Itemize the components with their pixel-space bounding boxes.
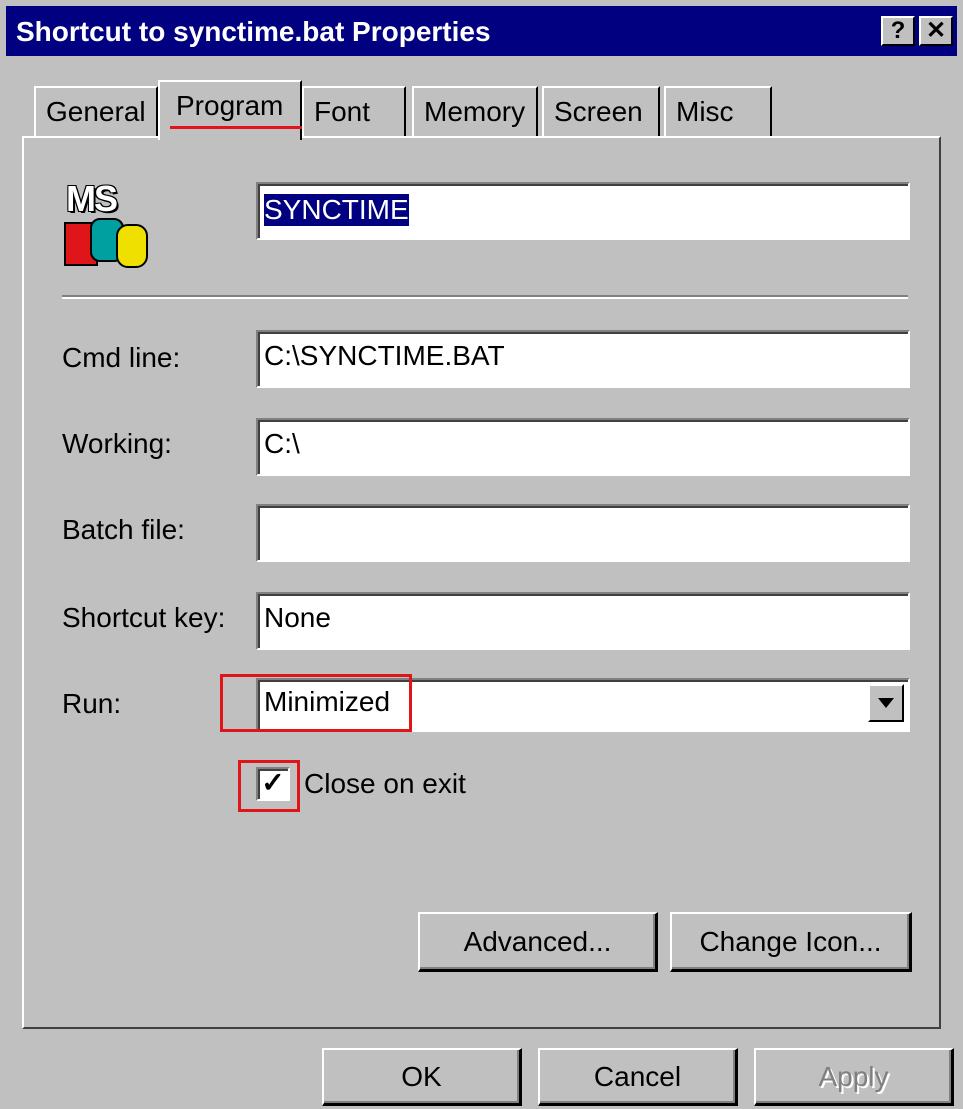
checkmark-icon: ✓ [261,767,285,798]
cmd-line-value: C:\SYNCTIME.BAT [264,340,505,371]
advanced-button[interactable]: Advanced... [418,912,658,972]
cancel-button[interactable]: Cancel [538,1048,738,1106]
help-button[interactable]: ? [881,16,915,46]
close-on-exit-checkbox[interactable]: ✓ [256,767,290,801]
chevron-down-icon [878,698,894,708]
change-icon-button[interactable]: Change Icon... [670,912,912,972]
tab-screen-label: Screen [554,96,643,127]
tab-screen[interactable]: Screen [542,86,660,138]
run-select[interactable]: Minimized [256,678,910,732]
cmd-line-label: Cmd line: [62,342,181,373]
cmd-line-input[interactable]: C:\SYNCTIME.BAT [256,330,910,388]
shortcut-key-value: None [264,602,331,633]
window-title: Shortcut to synctime.bat Properties [16,16,491,47]
tab-general-label: General [46,96,146,127]
close-on-exit-label[interactable]: Close on exit [304,768,466,800]
apply-button[interactable]: Apply [754,1048,954,1106]
tab-program[interactable]: Program [158,80,302,140]
tab-font[interactable]: Font [302,86,406,138]
tab-font-label: Font [314,96,371,127]
run-dropdown-button[interactable] [868,684,904,722]
run-value: Minimized [264,686,391,717]
tab-program-annotation [170,126,302,129]
tab-misc[interactable]: Misc [664,86,772,138]
tab-memory-label: Memory [424,96,526,127]
shortcut-key-label: Shortcut key: [62,602,226,633]
ok-button[interactable]: OK [322,1048,522,1106]
ms-dos-icon: MS [62,178,152,270]
program-name-input[interactable]: SYNCTIME [256,182,910,240]
properties-dialog: Shortcut to synctime.bat Properties ? ✕ … [0,0,963,1109]
tab-memory[interactable]: Memory [412,86,538,138]
shortcut-key-input[interactable]: None [256,592,910,650]
working-label: Working: [62,428,172,459]
working-value: C:\ [264,428,300,459]
program-name-value: SYNCTIME [264,194,409,226]
ms-dos-icon-ms: MS [66,178,118,219]
batch-file-input[interactable] [256,504,910,562]
tab-misc-label: Misc [676,96,734,127]
batch-file-label: Batch file: [62,514,185,545]
separator [62,295,908,299]
ms-dos-icon-dos [64,218,148,268]
tab-general[interactable]: General [34,86,158,138]
program-tab-panel [22,136,941,1029]
title-bar: Shortcut to synctime.bat Properties ? ✕ [6,6,957,56]
run-label: Run: [62,688,122,719]
close-button[interactable]: ✕ [919,16,953,46]
working-input[interactable]: C:\ [256,418,910,476]
tab-program-label: Program [176,90,284,121]
